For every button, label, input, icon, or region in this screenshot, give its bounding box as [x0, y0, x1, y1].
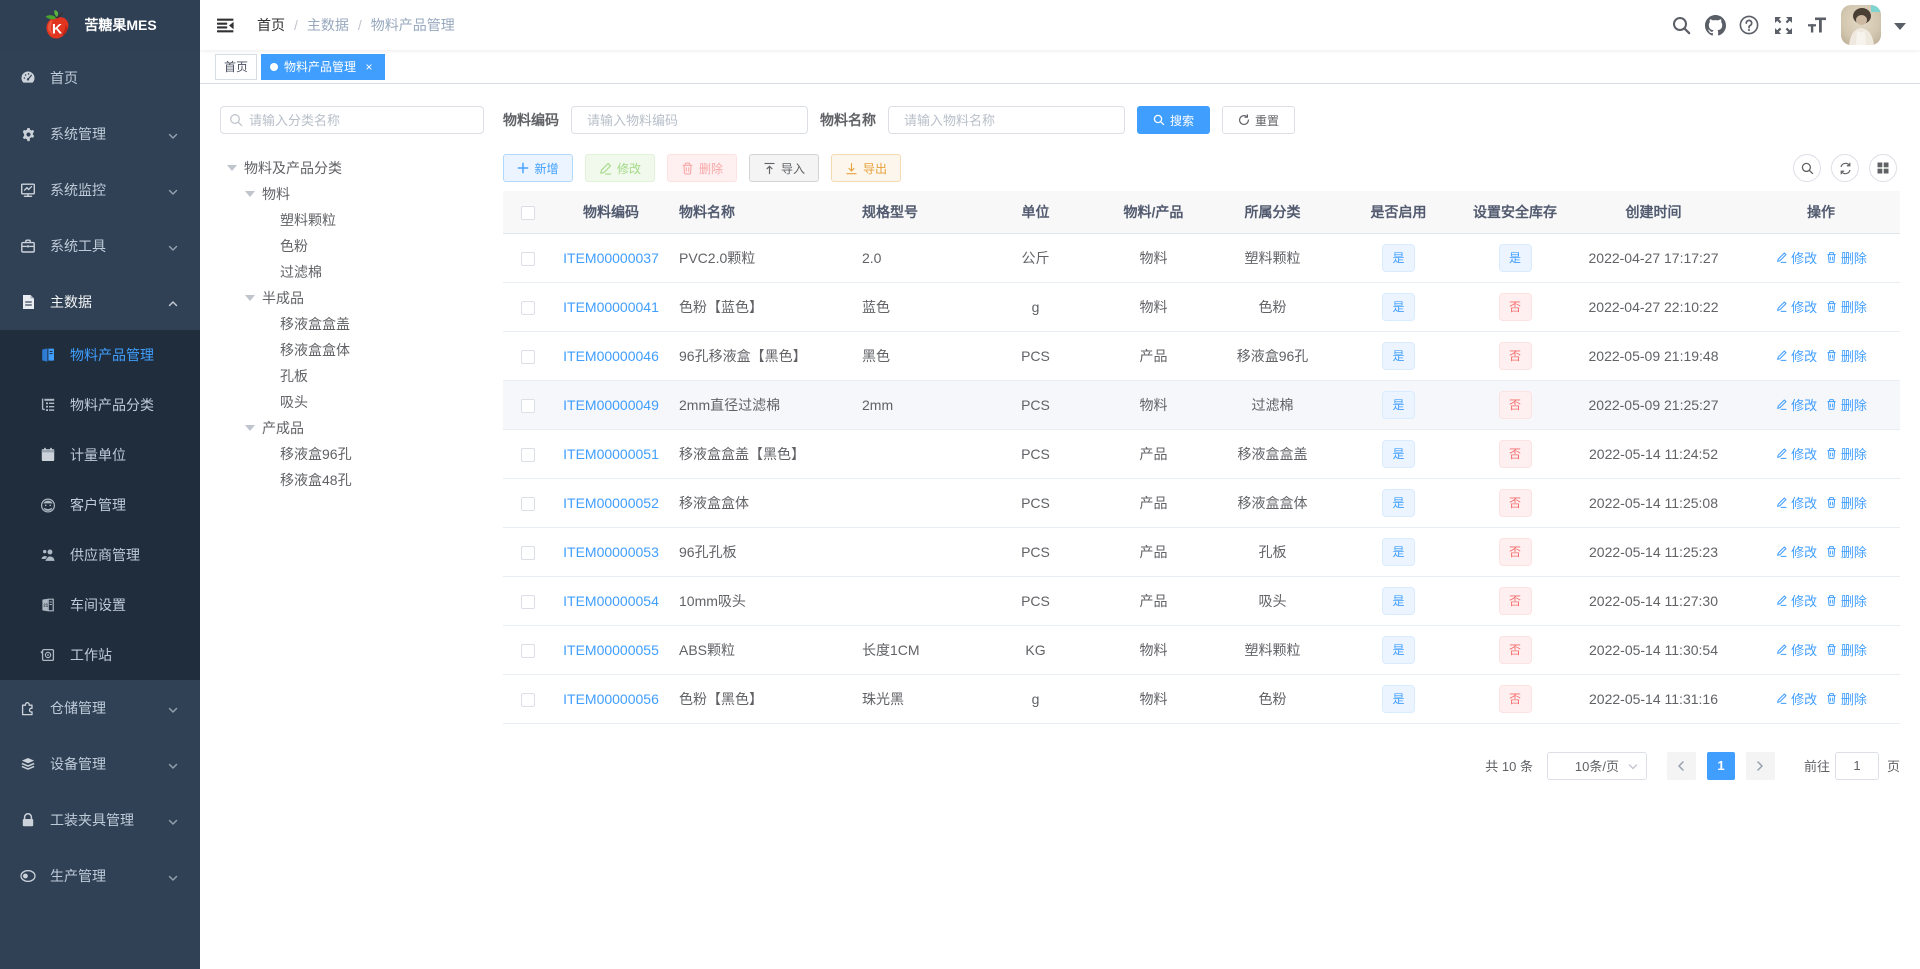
svg-text:21: 21 — [43, 602, 48, 607]
svg-text:K: K — [52, 21, 62, 37]
